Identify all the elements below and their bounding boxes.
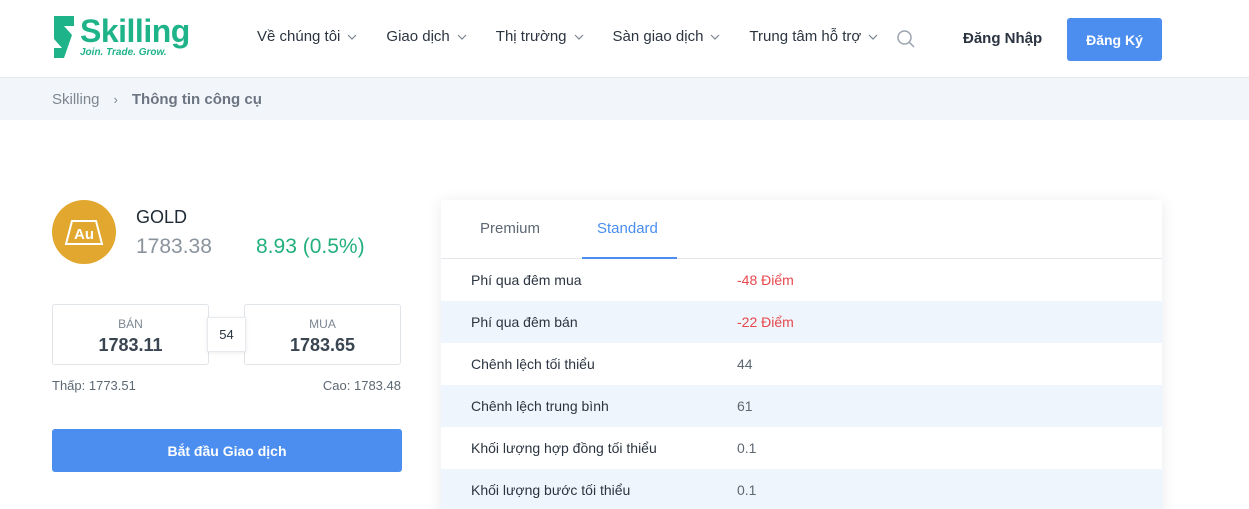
logo-tagline: Join. Trade. Grow. — [80, 47, 167, 58]
instrument-details-card: Premium Standard Phí qua đêm mua -48 Điể… — [441, 200, 1162, 509]
breadcrumb: Skilling › Thông tin công cụ — [0, 78, 1249, 120]
sell-quote-button[interactable]: BÁN 1783.11 — [52, 304, 209, 365]
tab-standard[interactable]: Standard — [597, 220, 658, 237]
breadcrumb-home[interactable]: Skilling — [52, 91, 100, 108]
chevron-down-icon — [457, 34, 467, 40]
row-label: Khối lượng hợp đồng tối thiểu — [471, 440, 657, 456]
row-label: Chênh lệch trung bình — [471, 398, 609, 414]
chevron-down-icon — [574, 34, 583, 40]
nav-item-trading[interactable]: Giao dịch — [386, 28, 467, 45]
chevron-down-icon — [868, 34, 878, 40]
row-value: 61 — [737, 398, 753, 414]
account-type-tabs: Premium Standard — [441, 200, 1162, 259]
buy-label: MUA — [309, 317, 336, 331]
row-value: -22 Điểm — [737, 314, 794, 330]
day-low: Thấp: 1773.51 — [52, 378, 136, 393]
signup-button[interactable]: Đăng Ký — [1067, 18, 1162, 61]
spread-badge: 54 — [207, 317, 246, 352]
row-value: 0.1 — [737, 440, 757, 456]
chevron-down-icon — [710, 34, 720, 40]
skilling-logo-mark — [52, 16, 76, 58]
instrument-price: 1783.38 — [136, 235, 212, 258]
instrument-name: GOLD — [136, 207, 188, 227]
sell-label: BÁN — [118, 317, 143, 331]
row-value: 44 — [737, 356, 753, 372]
tab-premium[interactable]: Premium — [480, 220, 540, 237]
nav-item-label: Sàn giao dịch — [612, 28, 704, 45]
table-row: Khối lượng bước tối thiểu 0.1 — [441, 469, 1162, 509]
nav-item-support[interactable]: Trung tâm hỗ trợ — [749, 28, 879, 45]
sell-value: 1783.11 — [98, 335, 163, 355]
row-label: Khối lượng bước tối thiểu — [471, 482, 631, 498]
site-header: Skilling Join. Trade. Grow. Về chúng tôi… — [0, 0, 1249, 78]
instrument-change: 8.93 (0.5%) — [256, 235, 365, 258]
breadcrumb-current: Thông tin công cụ — [131, 90, 262, 108]
nav-item-about[interactable]: Về chúng tôi — [257, 28, 358, 45]
table-row: Phí qua đêm bán -22 Điểm — [441, 301, 1162, 343]
gold-instrument-icon: Au — [52, 200, 116, 264]
login-link[interactable]: Đăng Nhập — [963, 30, 1042, 47]
logo-name: Skilling — [80, 13, 190, 49]
nav-item-markets[interactable]: Thị trường — [496, 28, 585, 45]
table-row: Phí qua đêm mua -48 Điểm — [441, 259, 1162, 301]
row-label: Phí qua đêm mua — [471, 272, 582, 288]
chevron-down-icon — [347, 34, 357, 40]
main-nav: Về chúng tôi Giao dịch Thị trường Sàn gi… — [257, 28, 907, 45]
details-table: Phí qua đêm mua -48 Điểm Phí qua đêm bán… — [441, 259, 1162, 509]
buy-quote-button[interactable]: MUA 1783.65 — [244, 304, 401, 365]
gold-logo-text: Au — [74, 226, 94, 243]
skilling-logo[interactable]: Skilling Join. Trade. Grow. — [52, 13, 190, 62]
table-row: Chênh lệch trung bình 61 — [441, 385, 1162, 427]
day-high: Cao: 1783.48 — [322, 378, 401, 393]
row-label: Phí qua đêm bán — [471, 314, 578, 330]
nav-item-label: Trung tâm hỗ trợ — [749, 28, 862, 45]
breadcrumb-separator-icon: › — [113, 91, 118, 107]
buy-value: 1783.65 — [289, 335, 356, 355]
row-label: Chênh lệch tối thiểu — [471, 356, 595, 372]
nav-item-label: Giao dịch — [386, 28, 450, 45]
nav-item-platforms[interactable]: Sàn giao dịch — [613, 28, 722, 45]
row-value: 0.1 — [737, 482, 757, 498]
row-value: -48 Điểm — [737, 272, 794, 288]
nav-item-label: Thị trường — [495, 28, 567, 45]
nav-item-label: Về chúng tôi — [257, 28, 341, 45]
table-row: Chênh lệch tối thiểu 44 — [441, 343, 1162, 385]
search-icon[interactable] — [896, 29, 916, 49]
active-tab-indicator — [582, 257, 677, 259]
table-row: Khối lượng hợp đồng tối thiểu 0.1 — [441, 427, 1162, 469]
start-trading-button[interactable]: Bắt đầu Giao dịch — [52, 429, 402, 472]
